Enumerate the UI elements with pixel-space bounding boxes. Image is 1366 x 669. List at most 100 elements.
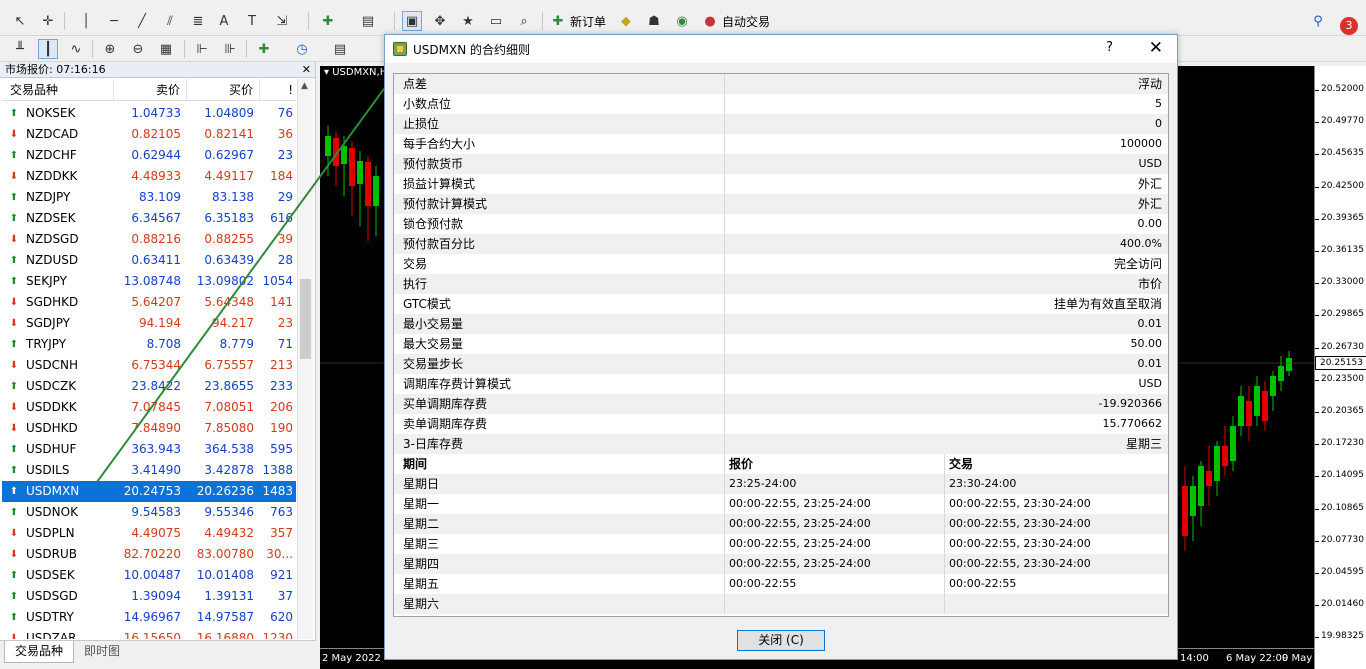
- channel-icon[interactable]: ⫽: [160, 11, 180, 31]
- dialog-titlebar[interactable]: USDMXN 的合约细则 ? ✕: [385, 35, 1177, 63]
- templates-icon[interactable]: ▤: [330, 39, 350, 59]
- session-quotes: [725, 594, 945, 614]
- market-watch-row[interactable]: ⬇ USDHKD 7.84890 7.85080 190: [2, 418, 296, 439]
- arrow-up-icon: ⬆: [9, 570, 19, 581]
- market-watch-row[interactable]: ⬆ NZDSEK 6.34567 6.35183 616: [2, 208, 296, 229]
- session-quotes: 00:00-22:55, 23:25-24:00: [725, 534, 945, 554]
- symbol-name: NZDUSD: [26, 253, 79, 267]
- notification-badge[interactable]: 3: [1340, 17, 1358, 35]
- symbol-name: USDCZK: [26, 379, 77, 393]
- market-watch-row[interactable]: ⬇ USDDKK 7.07845 7.08051 206: [2, 397, 296, 418]
- periods-icon[interactable]: ◷: [292, 39, 312, 59]
- dialog-title: USDMXN 的合约细则: [413, 42, 531, 57]
- market-watch-row[interactable]: ⬇ SGDJPY 94.194 94.217 23: [2, 313, 296, 334]
- market-watch-row[interactable]: ⬇ USDPLN 4.49075 4.49432 357: [2, 523, 296, 544]
- market-watch-toggle-icon[interactable]: ▣: [402, 11, 422, 31]
- bid-cell: 23.8422: [131, 379, 181, 393]
- market-watch-row[interactable]: ⬆ USDSEK 10.00487 10.01408 921: [2, 565, 296, 586]
- market-watch-row[interactable]: ⬆ TRYJPY 8.708 8.779 71: [2, 334, 296, 355]
- market-watch-row[interactable]: ⬇ SGDHKD 5.64207 5.64348 141: [2, 292, 296, 313]
- line-chart-icon[interactable]: ∿: [66, 39, 86, 59]
- symbol-cell: ⬇ NZDCAD: [2, 124, 114, 145]
- toolbar-separator: [184, 40, 185, 58]
- tab-tick-chart[interactable]: 即时图: [74, 641, 130, 663]
- crosshair-icon[interactable]: ✛: [38, 11, 58, 31]
- new-chart-icon[interactable]: ✚: [318, 11, 338, 31]
- symbol-cell: ⬇ SGDJPY: [2, 313, 114, 334]
- column-header-bid[interactable]: 卖价: [114, 79, 187, 101]
- scroll-up-icon[interactable]: ▲: [301, 81, 308, 91]
- bid-cell: 16.15650: [123, 631, 181, 639]
- terminal-icon[interactable]: ▭: [486, 11, 506, 31]
- session-trade: 00:00-22:55, 23:30-24:00: [949, 557, 1091, 570]
- search-icon[interactable]: ⚲: [1308, 11, 1328, 31]
- market-watch-row[interactable]: ⬆ USDNOK 9.54583 9.55346 763: [2, 502, 296, 523]
- bid-cell: 8.708: [146, 337, 181, 351]
- column-header-spread[interactable]: !: [260, 79, 296, 101]
- fibonacci-icon[interactable]: ≣: [188, 11, 208, 31]
- market-watch-row[interactable]: ⬆ USDSGD 1.39094 1.39131 37: [2, 586, 296, 607]
- market-watch-row[interactable]: ⬇ NZDDKK 4.48933 4.49117 184: [2, 166, 296, 187]
- data-window-icon[interactable]: ✥: [430, 11, 450, 31]
- session-day: 星期二: [394, 514, 725, 534]
- bid-cell: 0.82105: [131, 127, 181, 141]
- market-watch-row[interactable]: ⬆ NZDJPY 83.109 83.138 29: [2, 187, 296, 208]
- market-watch-row[interactable]: ⬇ USDRUB 82.70220 83.00780 30...: [2, 544, 296, 565]
- shapes-dropdown-icon[interactable]: ⇲: [272, 11, 292, 31]
- market-watch-row[interactable]: ⬆ USDILS 3.41490 3.42878 1388: [2, 460, 296, 481]
- auto-trade-icon[interactable]: ●: [700, 11, 720, 31]
- market-watch-row[interactable]: ⬇ USDZAR 16.15650 16.16880 1230: [2, 628, 296, 639]
- metaeditor-icon[interactable]: ◆: [616, 11, 636, 31]
- help-icon[interactable]: ?: [1106, 40, 1113, 55]
- signals-icon[interactable]: ◉: [672, 11, 692, 31]
- bar-chart-icon[interactable]: ╨: [10, 39, 30, 59]
- column-header-symbol[interactable]: 交易品种: [2, 79, 114, 101]
- tile-windows-icon[interactable]: ▦: [156, 39, 176, 59]
- bid-cell: 7.84890: [131, 421, 181, 435]
- market-watch-row[interactable]: ⬆ USDCZK 23.8422 23.8655 233: [2, 376, 296, 397]
- market-watch-row[interactable]: ⬆ USDTRY 14.96967 14.97587 620: [2, 607, 296, 628]
- market-watch-row[interactable]: ⬇ NZDSGD 0.88216 0.88255 39: [2, 229, 296, 250]
- text-icon[interactable]: A: [214, 11, 234, 31]
- navigator-icon[interactable]: ★: [458, 11, 478, 31]
- symbol-cell: ⬆ USDSGD: [2, 586, 114, 607]
- market-watch-row[interactable]: ⬆ USDHUF 363.943 364.538 595: [2, 439, 296, 460]
- spec-value: 浮动: [1137, 77, 1162, 91]
- column-header-ask[interactable]: 买价: [187, 79, 260, 101]
- market-watch-row[interactable]: ⬆ SEKJPY 13.08748 13.09802 1054: [2, 271, 296, 292]
- auto-scroll-icon[interactable]: ⊩: [192, 39, 212, 59]
- candlestick-icon[interactable]: ┃: [38, 39, 58, 59]
- zoom-in-icon[interactable]: ⊕: [100, 39, 120, 59]
- close-button[interactable]: 关闭 (C): [737, 630, 825, 651]
- zoom-out-icon[interactable]: ⊖: [128, 39, 148, 59]
- new-order-icon[interactable]: ✚: [548, 11, 568, 31]
- market-watch-row[interactable]: ⬇ USDCNH 6.75344 6.75557 213: [2, 355, 296, 376]
- scrollbar-thumb[interactable]: [300, 279, 311, 359]
- close-icon[interactable]: ✕: [1149, 38, 1163, 58]
- market-watch-row[interactable]: ⬆ NOKSEK 1.04733 1.04809 76: [2, 103, 296, 124]
- tab-symbols[interactable]: 交易品种: [4, 641, 75, 663]
- chart-shift-icon[interactable]: ⊪: [220, 39, 240, 59]
- market-watch-row[interactable]: ⬆ USDMXN 20.24753 20.26236 1483: [2, 481, 296, 502]
- price-tick: [1315, 154, 1319, 156]
- market-watch-scrollbar[interactable]: ▲: [297, 79, 313, 639]
- market-watch-row[interactable]: ⬇ NZDCAD 0.82105 0.82141 36: [2, 124, 296, 145]
- strategy-tester-icon[interactable]: ⌕: [514, 11, 534, 31]
- session-quotes: 00:00-22:55, 23:25-24:00: [725, 494, 945, 514]
- vertical-line-icon[interactable]: │: [76, 11, 96, 31]
- mql5-icon[interactable]: ☗: [644, 11, 664, 31]
- text-label-icon[interactable]: T: [242, 11, 262, 31]
- new-order-button[interactable]: 新订单: [570, 13, 606, 30]
- horizontal-line-icon[interactable]: ─: [104, 11, 124, 31]
- market-watch-panel: 市场报价: 07:16:16 ✕ 交易品种 卖价 买价 ! ⬆ NOKSEK 1.0…: [0, 62, 316, 669]
- market-watch-row[interactable]: ⬆ NZDCHF 0.62944 0.62967 23: [2, 145, 296, 166]
- cursor-icon[interactable]: ↖: [10, 11, 30, 31]
- close-icon[interactable]: ✕: [302, 62, 311, 78]
- trendline-icon[interactable]: ╱: [132, 11, 152, 31]
- auto-trade-button[interactable]: 自动交易: [722, 13, 770, 30]
- ask-cell: 6.75557: [204, 358, 254, 372]
- indicators-icon[interactable]: ✚: [254, 39, 274, 59]
- market-watch-row[interactable]: ⬆ NZDUSD 0.63411 0.63439 28: [2, 250, 296, 271]
- profiles-icon[interactable]: ▤: [358, 11, 378, 31]
- candle: [1262, 381, 1268, 431]
